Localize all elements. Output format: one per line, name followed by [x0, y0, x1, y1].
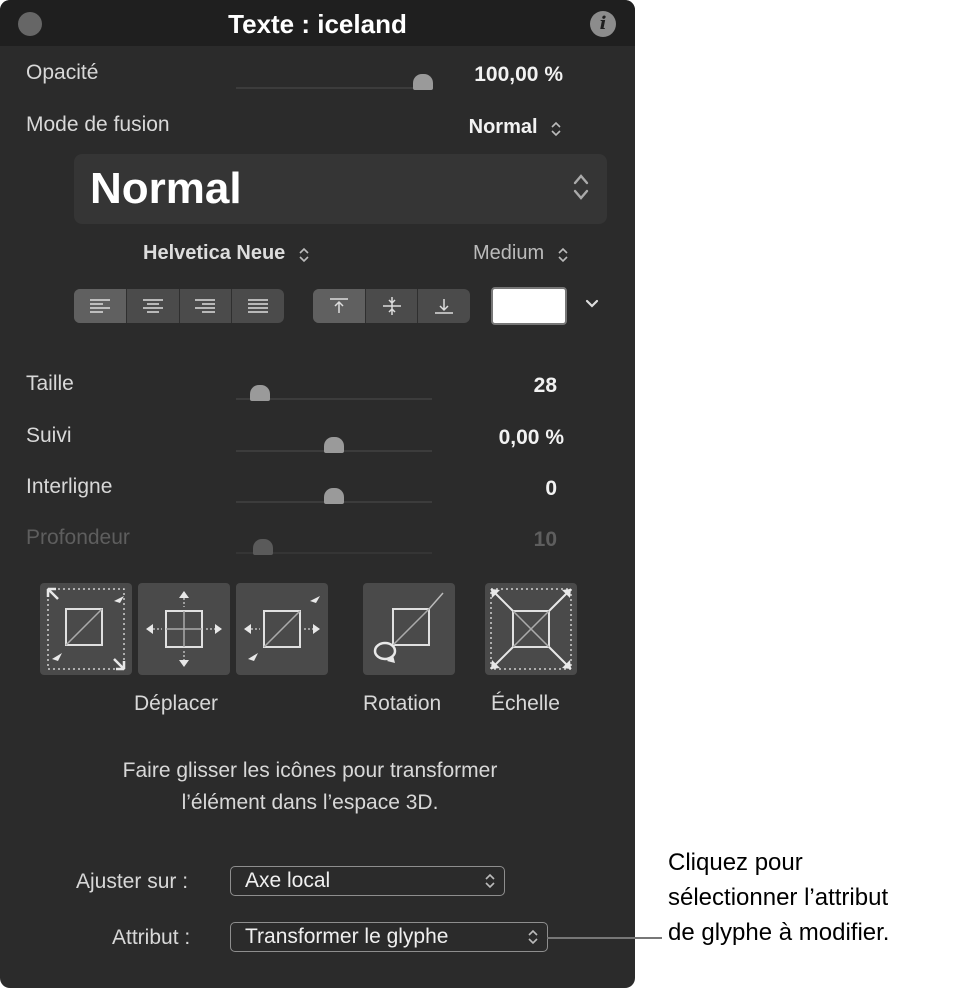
chevron-updown-icon [558, 247, 568, 262]
rotate-icon [373, 592, 444, 663]
rotate-label: Rotation [363, 692, 442, 715]
hint-line-1: Faire glisser les icônes pour transforme… [122, 759, 498, 782]
font-preset-popup[interactable]: Normal [74, 154, 607, 224]
align-middle-button[interactable] [366, 289, 419, 323]
align-top-icon [329, 298, 348, 313]
scale-icon [490, 588, 572, 670]
chevron-updown-icon [528, 929, 538, 945]
hint-line-2: l’élément dans l’espace 3D. [181, 791, 439, 814]
align-left-button[interactable] [74, 289, 127, 323]
vertical-alignment-group [313, 289, 470, 323]
depth-label: Profondeur [26, 526, 130, 549]
move-z-button[interactable] [236, 583, 328, 675]
chevron-updown-icon [299, 247, 309, 262]
align-bottom-button[interactable] [418, 289, 470, 323]
align-center-button[interactable] [127, 289, 180, 323]
size-label: Taille [26, 372, 74, 395]
align-bottom-icon [435, 299, 454, 314]
scale-label: Échelle [491, 692, 560, 715]
adjust-on-label: Ajuster sur : [76, 870, 189, 893]
move-xy-icon [46, 587, 126, 671]
attribute-label: Attribut : [112, 926, 191, 949]
move-xz-button[interactable] [138, 583, 230, 675]
adjust-on-value: Axe local [245, 869, 331, 892]
chevron-down-icon[interactable] [582, 296, 602, 310]
size-slider-thumb[interactable] [249, 385, 270, 401]
align-justify-button[interactable] [232, 289, 284, 323]
size-value[interactable]: 28 [400, 374, 557, 398]
font-weight-popup[interactable]: Medium [473, 242, 569, 265]
attribute-popup[interactable]: Transformer le glyphe [230, 922, 548, 952]
line-spacing-label: Interligne [26, 475, 113, 498]
move-arrows-icon [146, 591, 222, 667]
info-icon[interactable]: i [590, 11, 616, 37]
scale-button[interactable] [485, 583, 577, 675]
rotate-button[interactable] [363, 583, 455, 675]
chevron-updown-icon [551, 121, 561, 136]
text-color-swatch[interactable] [491, 287, 567, 325]
callout-line-2: sélectionner l’attribut [668, 884, 889, 911]
title-bar: Texte : iceland i [0, 0, 635, 46]
blend-mode-label: Mode de fusion [26, 113, 170, 136]
align-middle-icon [382, 297, 401, 315]
blend-mode-value: Normal [468, 116, 538, 138]
tracking-label: Suivi [26, 424, 72, 447]
callout-line-3: de glyphe à modifier. [668, 919, 890, 946]
opacity-label: Opacité [26, 61, 99, 84]
move-xy-button[interactable] [40, 583, 132, 675]
opacity-slider-track[interactable] [236, 87, 432, 89]
chevron-updown-icon [573, 174, 589, 200]
align-justify-icon [248, 299, 269, 313]
chevron-updown-icon [485, 873, 495, 889]
opacity-value[interactable]: 100,00 % [400, 63, 563, 87]
attribute-value: Transformer le glyphe [245, 925, 449, 948]
depth-value: 10 [533, 528, 557, 551]
callout-leader-line [547, 937, 662, 939]
font-weight-value: Medium [473, 242, 545, 264]
callout-text: Cliquez pour sélectionner l’attribut de … [668, 845, 958, 950]
tracking-value[interactable]: 0,00 % [400, 426, 564, 450]
align-top-button[interactable] [313, 289, 366, 323]
text-inspector-panel: Texte : iceland i Opacité 100,00 % Mode … [0, 0, 635, 988]
font-family-value: Helvetica Neue [143, 242, 286, 264]
font-preset-value: Normal [90, 164, 242, 213]
callout-line-1: Cliquez pour [668, 849, 803, 876]
align-center-icon [142, 299, 163, 313]
align-right-icon [195, 299, 216, 313]
horizontal-alignment-group [74, 289, 284, 323]
tracking-slider-thumb[interactable] [324, 437, 344, 453]
font-family-popup[interactable]: Helvetica Neue [143, 242, 310, 265]
move-depth-icon [244, 596, 320, 661]
align-right-button[interactable] [180, 289, 233, 323]
line-spacing-slider-thumb[interactable] [324, 488, 344, 504]
move-label: Déplacer [134, 692, 219, 715]
depth-slider-thumb [253, 539, 274, 555]
adjust-on-popup[interactable]: Axe local [230, 866, 505, 896]
line-spacing-value[interactable]: 0 [400, 477, 557, 501]
blend-mode-popup[interactable]: Normal [420, 116, 562, 139]
panel-title: Texte : iceland [228, 9, 407, 39]
align-left-icon [89, 299, 110, 313]
